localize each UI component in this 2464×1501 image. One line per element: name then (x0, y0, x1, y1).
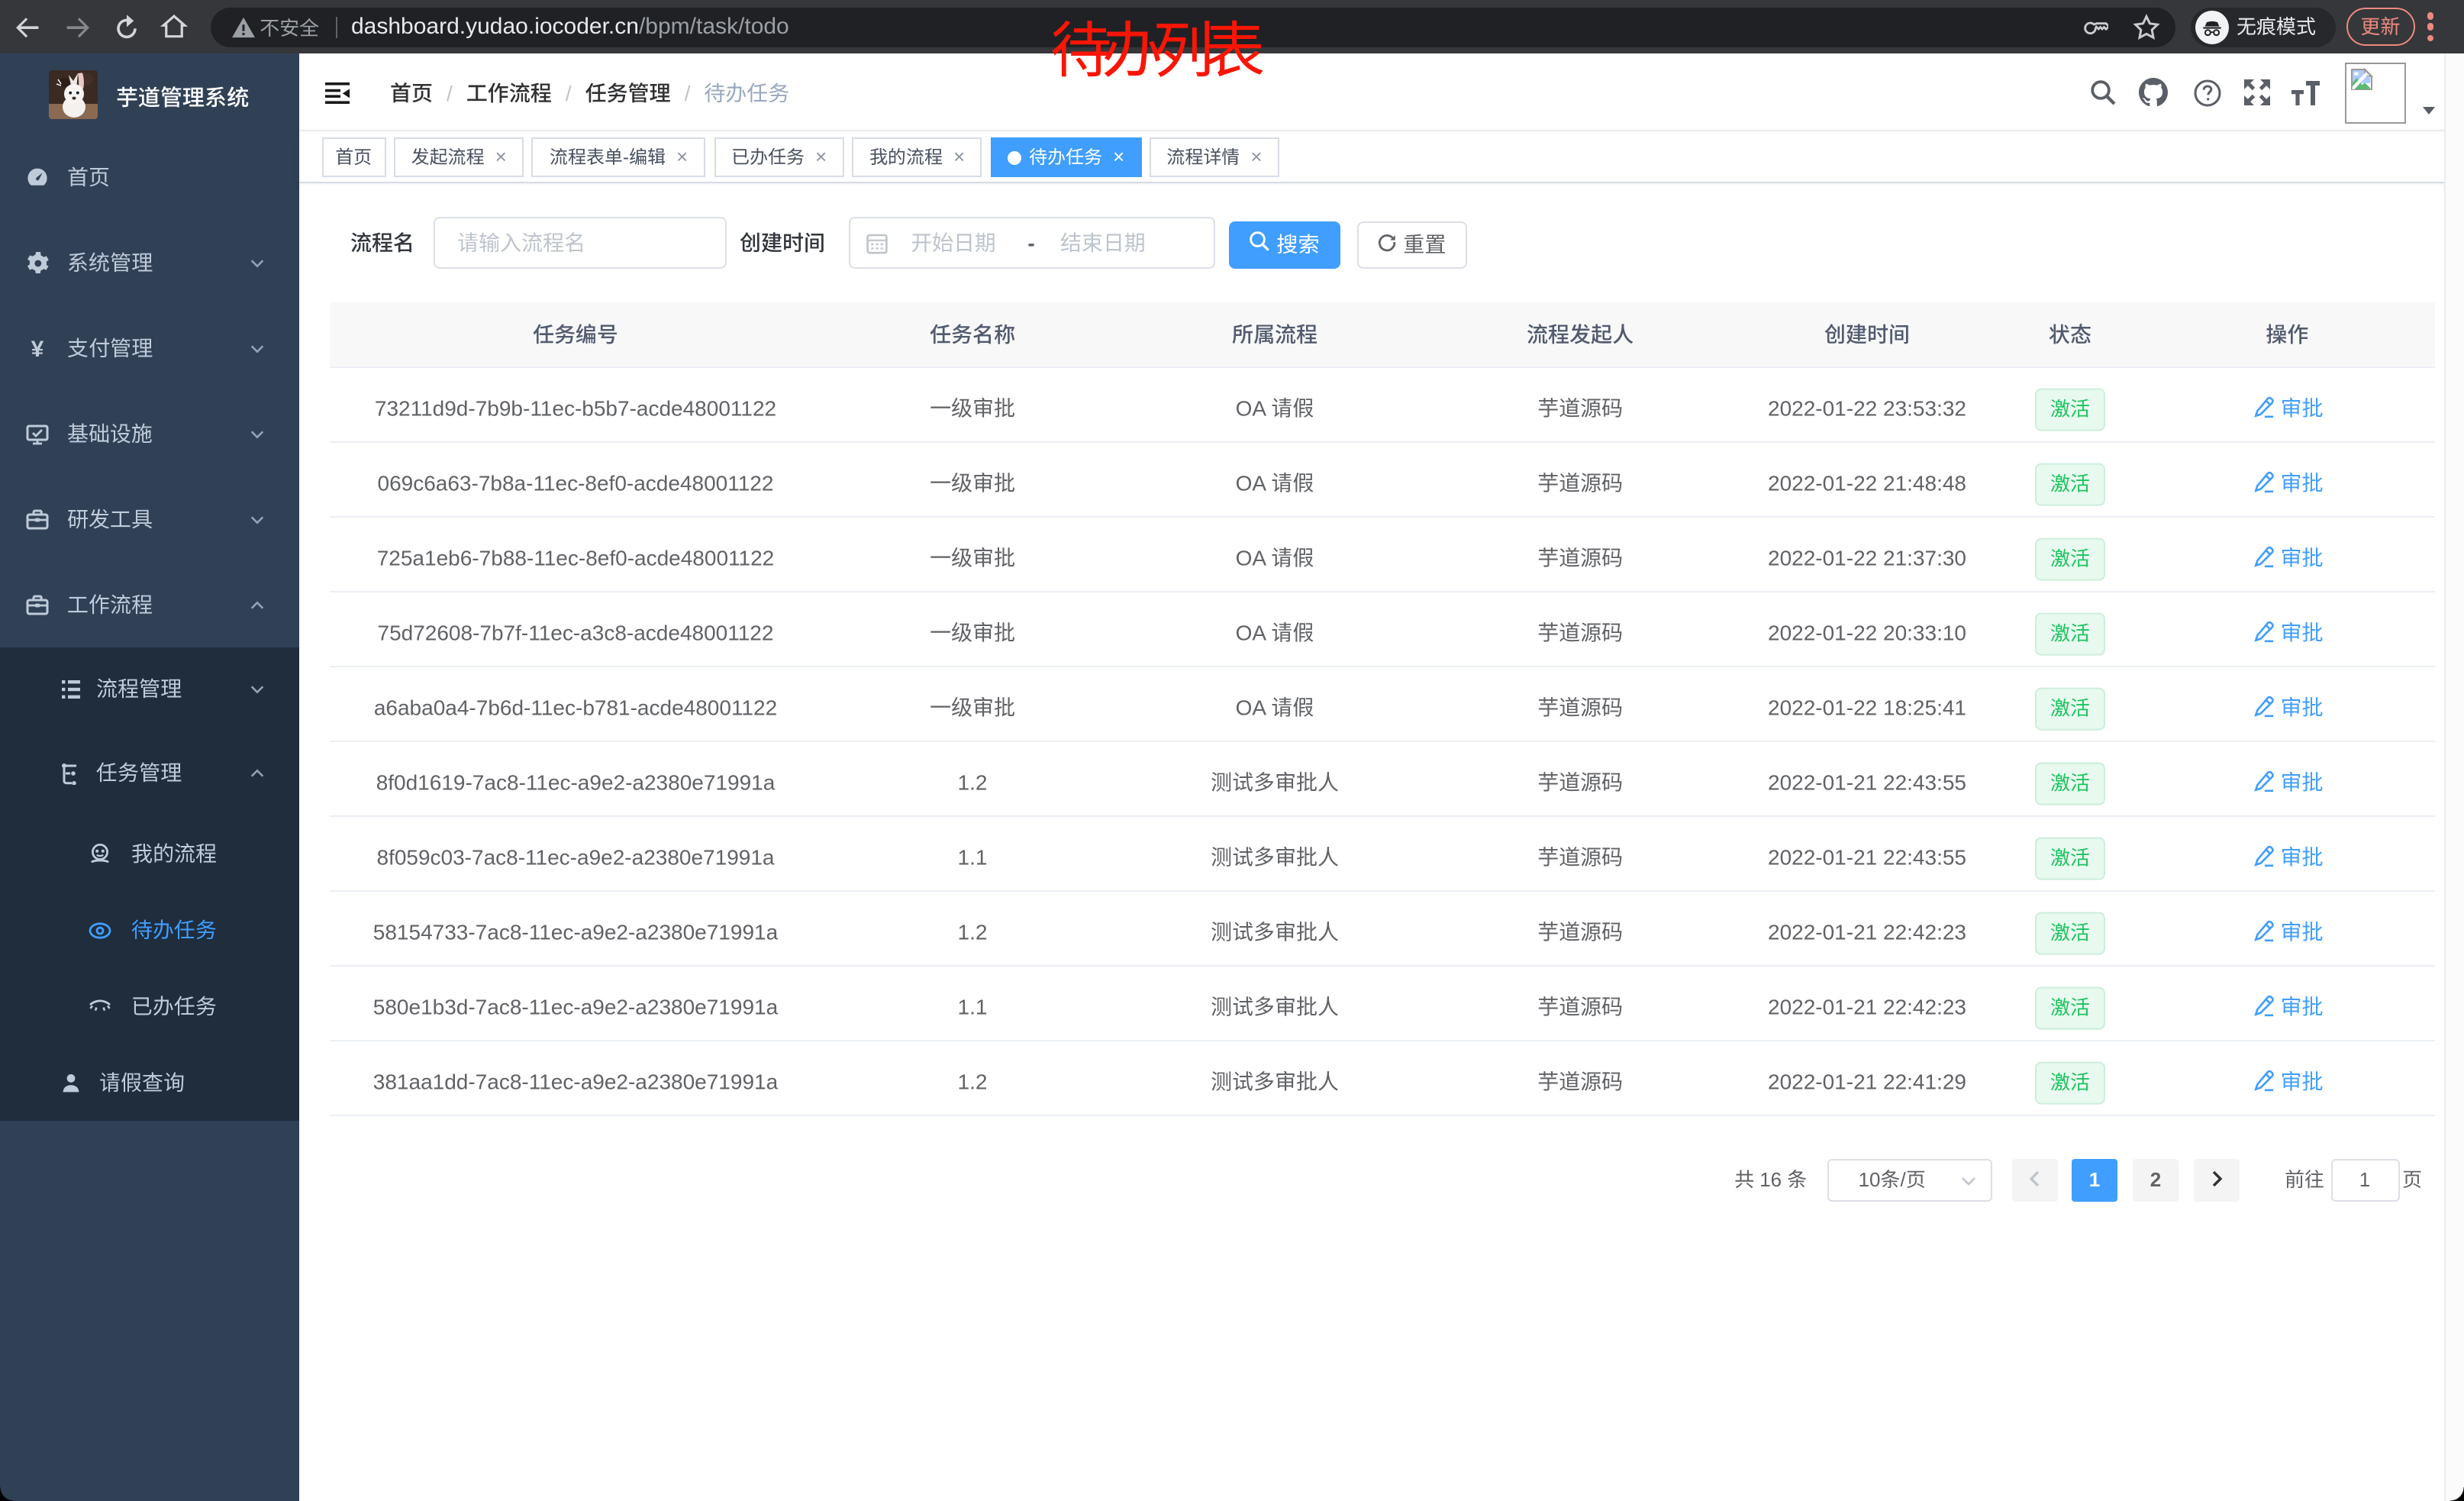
svg-text:¥: ¥ (31, 337, 44, 360)
